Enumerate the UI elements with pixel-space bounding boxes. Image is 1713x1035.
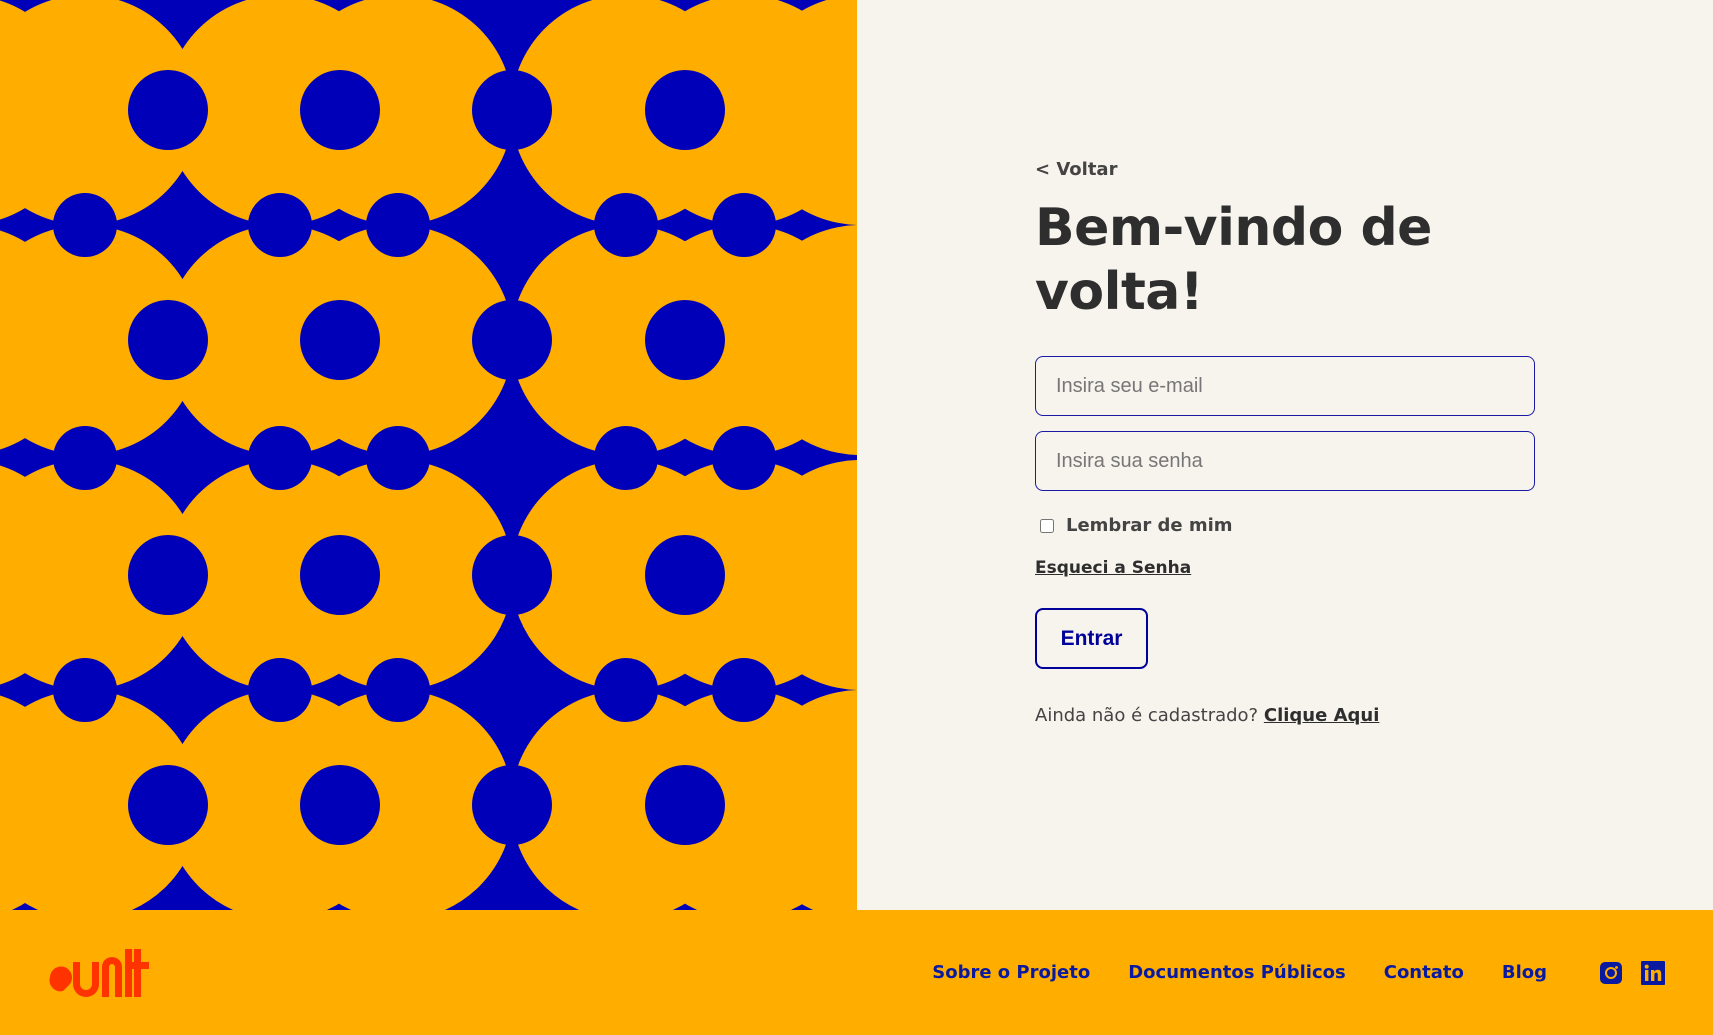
remember-checkbox[interactable] bbox=[1040, 518, 1054, 533]
login-button[interactable]: Entrar bbox=[1035, 608, 1148, 669]
pattern-gap bbox=[645, 535, 725, 615]
social-links bbox=[1581, 961, 1665, 989]
pattern-gap bbox=[645, 765, 725, 845]
pattern-gap bbox=[594, 426, 658, 490]
signup-prompt-text: Ainda não é cadastrado? bbox=[1035, 705, 1259, 726]
nav-contato[interactable]: Contato bbox=[1384, 962, 1464, 983]
pattern-gap bbox=[594, 658, 658, 722]
nav-blog[interactable]: Blog bbox=[1502, 962, 1547, 983]
pattern-gap bbox=[128, 765, 208, 845]
footer-nav: Sobre o Projeto Documentos Públicos Cont… bbox=[894, 910, 1547, 1035]
brand-logo-icon[interactable] bbox=[46, 946, 150, 1004]
page-title: Bem-vindo de volta! bbox=[1035, 198, 1432, 322]
login-form: < Voltar Bem-vindo de volta! Lembrar de … bbox=[1035, 155, 1535, 726]
nav-sobre-o-projeto[interactable]: Sobre o Projeto bbox=[932, 962, 1090, 983]
pattern-gap bbox=[53, 193, 117, 257]
footer: Sobre o Projeto Documentos Públicos Cont… bbox=[0, 910, 1713, 1035]
pattern-gap bbox=[712, 658, 776, 722]
pattern-gap bbox=[712, 193, 776, 257]
back-link[interactable]: < Voltar bbox=[1035, 159, 1117, 180]
pattern-gap bbox=[300, 300, 380, 380]
pattern-gap bbox=[300, 765, 380, 845]
pattern-gap bbox=[366, 426, 430, 490]
pattern-gap bbox=[248, 193, 312, 257]
forgot-password-link[interactable]: Esqueci a Senha bbox=[1035, 558, 1191, 578]
pattern-gap bbox=[366, 193, 430, 257]
pattern-gap bbox=[645, 300, 725, 380]
signup-prompt: Ainda não é cadastrado? Clique Aqui bbox=[1035, 705, 1535, 726]
pattern-gap bbox=[300, 535, 380, 615]
instagram-icon[interactable] bbox=[1599, 961, 1623, 989]
pattern-gap bbox=[366, 658, 430, 722]
pattern-gap bbox=[472, 765, 552, 845]
remember-me[interactable]: Lembrar de mim bbox=[1035, 515, 1535, 536]
pattern-gap bbox=[472, 300, 552, 380]
pattern-gap bbox=[128, 70, 208, 150]
pattern-gap bbox=[128, 300, 208, 380]
pattern-art bbox=[0, 0, 857, 910]
linkedin-icon[interactable] bbox=[1641, 961, 1665, 989]
decorative-pattern bbox=[0, 0, 857, 910]
pattern-gap bbox=[300, 70, 380, 150]
pattern-gap bbox=[472, 70, 552, 150]
pattern-gap bbox=[472, 535, 552, 615]
password-field[interactable] bbox=[1035, 431, 1535, 491]
pattern-gap bbox=[645, 70, 725, 150]
pattern-gap bbox=[248, 658, 312, 722]
pattern-gap bbox=[128, 535, 208, 615]
signup-link[interactable]: Clique Aqui bbox=[1264, 705, 1380, 726]
pattern-gap bbox=[594, 193, 658, 257]
pattern-gap bbox=[248, 426, 312, 490]
pattern-gap bbox=[712, 426, 776, 490]
email-field[interactable] bbox=[1035, 356, 1535, 416]
nav-documentos-publicos[interactable]: Documentos Públicos bbox=[1128, 962, 1346, 983]
pattern-gap bbox=[53, 426, 117, 490]
remember-label: Lembrar de mim bbox=[1066, 515, 1233, 536]
pattern-gap bbox=[53, 658, 117, 722]
